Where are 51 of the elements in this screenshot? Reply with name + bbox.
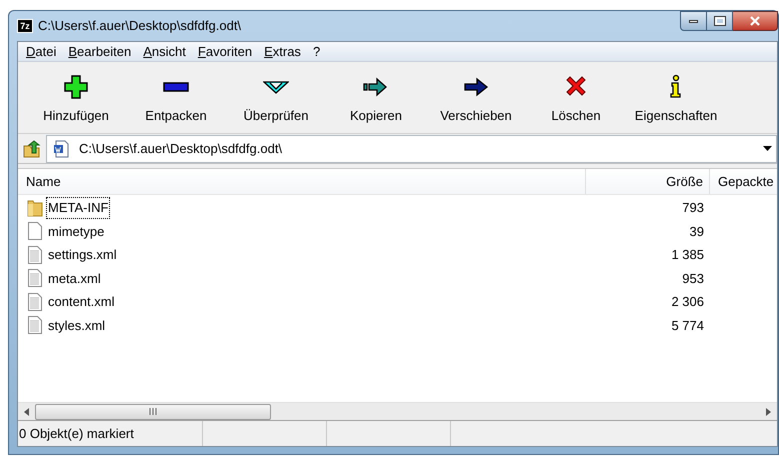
- menu-item[interactable]: Ansicht: [137, 42, 192, 62]
- text-file-icon: [27, 246, 43, 264]
- plus-icon: [63, 74, 89, 100]
- menu-item[interactable]: Bearbeiten: [62, 42, 138, 62]
- menu-item[interactable]: ?: [306, 42, 326, 62]
- scroll-left-icon: [24, 408, 29, 416]
- menu-item[interactable]: Datei: [20, 42, 62, 62]
- scroll-right-icon: [766, 408, 771, 416]
- minimize-button[interactable]: [680, 11, 707, 31]
- file-name[interactable]: content.xml: [46, 291, 116, 312]
- toolbar-button[interactable]: Kopieren: [326, 68, 426, 130]
- file-size: 5 774: [670, 316, 705, 334]
- toolbar-button[interactable]: Entpacken: [126, 68, 226, 130]
- toolbar-button[interactable]: Verschieben: [426, 68, 526, 130]
- document-icon: [53, 140, 71, 158]
- app-icon: 7z: [17, 19, 33, 33]
- window-title: C:\Users\f.auer\Desktop\sdfdfg.odt\: [38, 17, 242, 36]
- folder-icon: [27, 198, 43, 217]
- column-header[interactable]: Größe: [586, 169, 710, 194]
- text-file-icon: [27, 269, 43, 288]
- file-name[interactable]: mimetype: [46, 220, 106, 242]
- file-size: 39: [688, 222, 705, 240]
- toolbar-button[interactable]: Eigenschaften: [626, 68, 726, 130]
- folder-up-icon: [23, 140, 41, 158]
- file-size: 1 385: [670, 246, 705, 264]
- scrollbar-thumb[interactable]: [35, 404, 271, 420]
- toolbar-button[interactable]: Überprüfen: [226, 68, 326, 130]
- file-name[interactable]: styles.xml: [46, 314, 108, 336]
- address-field[interactable]: C:\Users\f.auer\Desktop\sdfdfg.odt\: [46, 134, 777, 162]
- column-header[interactable]: Name: [18, 169, 586, 194]
- column-header[interactable]: Gepackte: [710, 169, 777, 194]
- file-icon: [27, 222, 43, 240]
- text-file-icon: [27, 292, 43, 311]
- file-name[interactable]: META-INF: [46, 197, 110, 218]
- text-file-icon: [27, 316, 43, 334]
- file-name[interactable]: meta.xml: [46, 268, 103, 289]
- maximize-button[interactable]: [707, 11, 733, 31]
- file-size: 793: [681, 199, 705, 217]
- menu-item[interactable]: Extras: [258, 42, 307, 62]
- file-size: 2 306: [670, 293, 705, 311]
- close-button[interactable]: [733, 11, 778, 31]
- grip-icon: [148, 408, 158, 415]
- toolbar-button[interactable]: Löschen: [526, 68, 626, 130]
- toolbar-button[interactable]: Hinzufügen: [26, 68, 126, 130]
- horizontal-scrollbar[interactable]: [18, 402, 777, 420]
- status-text: 0 Objekt(e) markiert: [18, 421, 203, 446]
- menu-item[interactable]: Favoriten: [192, 42, 258, 62]
- file-name[interactable]: settings.xml: [46, 244, 119, 266]
- file-size: 953: [681, 270, 705, 288]
- dropdown-arrow-icon: [763, 146, 772, 151]
- close-icon: [750, 16, 760, 26]
